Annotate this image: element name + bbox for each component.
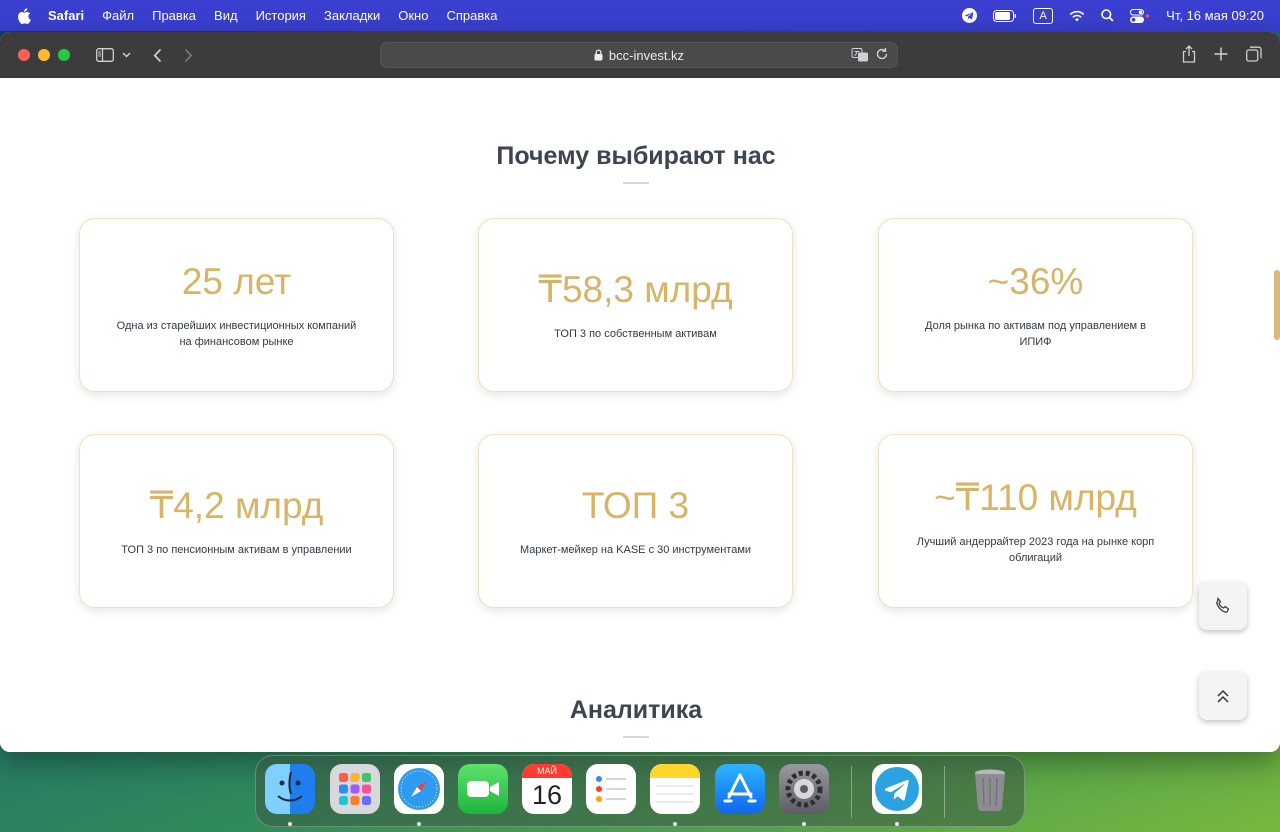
stat-card-underwriter: ~₸110 млрд Лучший андеррайтер 2023 года …	[878, 434, 1193, 608]
menu-view[interactable]: Вид	[214, 8, 238, 23]
running-indicator	[895, 822, 899, 826]
stat-value: ~₸110 млрд	[934, 477, 1137, 518]
safari-window: bcc-invest.kz Почему выбирают нас 25 лет…	[0, 32, 1280, 752]
running-indicator	[417, 822, 421, 826]
analytics-title: Аналитика	[569, 696, 703, 724]
dock-separator	[944, 766, 945, 818]
facetime-icon[interactable]	[458, 764, 508, 814]
telegram-status-icon[interactable]	[962, 8, 978, 23]
zoom-window-button[interactable]	[58, 49, 70, 61]
translate-icon[interactable]	[851, 47, 869, 66]
web-page: Почему выбирают нас 25 лет Одна из старе…	[0, 78, 1280, 752]
sidebar-toggle-icon[interactable]	[96, 48, 114, 62]
browser-toolbar: bcc-invest.kz	[0, 32, 1280, 78]
new-tab-plus-icon[interactable]	[1214, 45, 1228, 63]
scroll-to-top-button[interactable]	[1199, 672, 1247, 720]
close-window-button[interactable]	[18, 49, 30, 61]
menu-bar: Safari Файл Правка Вид История Закладки …	[0, 0, 1280, 31]
stat-value: ₸58,3 млрд	[538, 269, 733, 310]
sidebar-menu-chevron-down-icon[interactable]	[122, 52, 131, 58]
running-indicator	[802, 822, 806, 826]
tab-overview-icon[interactable]	[1246, 45, 1262, 63]
keyboard-layout-icon[interactable]: A	[1033, 7, 1054, 24]
reload-icon[interactable]	[875, 47, 889, 66]
stat-description: Одна из старейших инвестиционных компани…	[116, 320, 357, 348]
control-center-icon[interactable]	[1130, 8, 1150, 23]
system-settings-icon[interactable]	[779, 764, 829, 814]
app-store-icon[interactable]	[715, 764, 765, 814]
stat-card-years: 25 лет Одна из старейших инвестиционных …	[79, 218, 394, 392]
forward-chevron-icon[interactable]	[184, 48, 193, 63]
running-indicator	[673, 822, 677, 826]
stat-value: ТОП 3	[581, 485, 690, 526]
calendar-day: 16	[531, 780, 563, 810]
window-controls	[18, 49, 70, 61]
stat-value: 25 лет	[181, 261, 292, 302]
stat-description: ТОП 3 по пенсионным активам в управлении	[121, 544, 352, 556]
double-chevron-up-icon	[1217, 689, 1229, 703]
lock-icon	[594, 49, 603, 61]
url-text: bcc-invest.kz	[608, 47, 685, 63]
stat-description: Лучший андеррайтер 2023 года на рынке ко…	[916, 536, 1155, 564]
battery-icon[interactable]	[993, 9, 1017, 22]
menu-app-safari[interactable]: Safari	[48, 8, 84, 23]
stat-value: ₸4,2 млрд	[149, 485, 324, 526]
menu-edit[interactable]: Правка	[152, 8, 196, 23]
stat-description: Доля рынка по активам под управлением в …	[925, 320, 1146, 348]
menu-bookmarks[interactable]: Закладки	[324, 8, 380, 23]
menu-file[interactable]: Файл	[102, 8, 134, 23]
calendar-month: МАЙ	[522, 764, 572, 778]
reminders-icon[interactable]	[586, 764, 636, 814]
menu-history[interactable]: История	[256, 8, 306, 23]
stat-card-pension-assets: ₸4,2 млрд ТОП 3 по пенсионным активам в …	[79, 434, 394, 608]
back-chevron-icon[interactable]	[153, 48, 162, 63]
stat-card-market-maker: ТОП 3 Маркет-мейкер на KASE с 30 инструм…	[478, 434, 793, 608]
call-button[interactable]	[1199, 582, 1247, 630]
menu-window[interactable]: Окно	[398, 8, 428, 23]
calendar-icon[interactable]: МАЙ 16	[522, 764, 572, 814]
dock: МАЙ 16	[255, 755, 1025, 827]
stat-card-market-share: ~36% Доля рынка по активам под управлени…	[878, 218, 1193, 392]
analytics-divider	[623, 736, 649, 738]
page-scrollbar[interactable]	[1274, 270, 1280, 340]
share-icon[interactable]	[1182, 45, 1196, 63]
dock-separator	[851, 766, 852, 818]
telegram-icon[interactable]	[872, 764, 922, 814]
stat-card-own-assets: ₸58,3 млрд ТОП 3 по собственным активам	[478, 218, 793, 392]
why-choose-us-title: Почему выбирают нас	[496, 142, 776, 170]
wifi-icon[interactable]	[1069, 10, 1085, 22]
menu-help[interactable]: Справка	[446, 8, 497, 23]
finder-icon[interactable]	[265, 764, 315, 814]
running-indicator	[288, 822, 292, 826]
stat-description: Маркет-мейкер на KASE с 30 инструментами	[519, 544, 752, 556]
spotlight-search-icon[interactable]	[1101, 9, 1114, 22]
launchpad-icon[interactable]	[330, 764, 380, 814]
phone-icon	[1216, 597, 1230, 613]
address-bar[interactable]: bcc-invest.kz	[380, 42, 898, 68]
apple-icon[interactable]	[16, 7, 32, 24]
safari-icon[interactable]	[394, 764, 444, 814]
menu-clock[interactable]: Чт, 16 мая 09:20	[1166, 8, 1264, 23]
minimize-window-button[interactable]	[38, 49, 50, 61]
trash-icon[interactable]	[965, 764, 1015, 814]
title-divider	[623, 182, 649, 184]
stat-value: ~36%	[987, 261, 1084, 302]
notes-icon[interactable]	[650, 764, 700, 814]
stat-description: ТОП 3 по собственным активам	[554, 328, 717, 340]
